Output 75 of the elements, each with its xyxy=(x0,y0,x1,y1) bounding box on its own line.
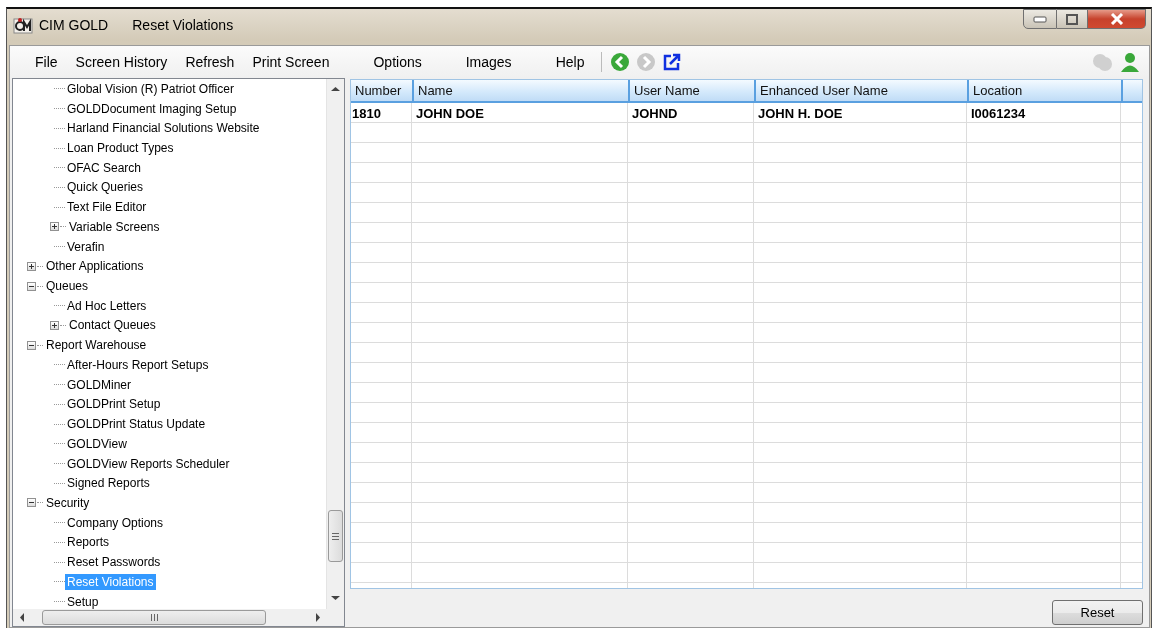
column-header[interactable]: Name xyxy=(412,80,628,103)
app-logo-icon xyxy=(13,16,33,34)
tree-item[interactable]: Other Applications xyxy=(44,258,146,275)
external-link-icon xyxy=(662,52,683,72)
app-name: CIM GOLD xyxy=(39,17,109,33)
tree-item[interactable]: Contact Queues xyxy=(67,317,158,334)
expand-toggle[interactable] xyxy=(50,321,59,330)
tree-item[interactable]: GOLDPrint Status Update xyxy=(65,416,208,433)
tree-item[interactable]: GOLDPrint Setup xyxy=(65,396,163,413)
vertical-scrollbar[interactable] xyxy=(326,79,344,609)
column-header[interactable]: Enhanced User Name xyxy=(754,80,967,103)
scroll-up-icon xyxy=(331,86,340,92)
plus-icon xyxy=(28,262,35,270)
scroll-left-icon xyxy=(19,613,25,622)
close-icon xyxy=(1109,13,1124,25)
scroll-right-icon xyxy=(315,613,321,622)
grip-icon xyxy=(150,614,158,621)
tree-item[interactable]: Text File Editor xyxy=(65,199,149,216)
tree-item[interactable]: Global Vision (R) Patriot Officer xyxy=(65,80,236,97)
tree-item[interactable]: GOLDDocument Imaging Setup xyxy=(65,100,239,117)
collapse-toggle[interactable] xyxy=(27,340,36,350)
toolbar-button[interactable] xyxy=(662,52,683,72)
tree-item[interactable]: Report Warehouse xyxy=(44,337,149,354)
plus-icon xyxy=(51,223,58,231)
tree-item[interactable]: Loan Product Types xyxy=(65,140,176,156)
reset-button[interactable]: Reset xyxy=(1052,599,1143,625)
tree-item[interactable]: GOLDView xyxy=(65,435,129,452)
tree-item[interactable]: Queues xyxy=(44,278,91,295)
chat-bubble-icon xyxy=(1091,51,1113,73)
expand-toggle[interactable] xyxy=(50,222,59,232)
tree-item[interactable]: Company Options xyxy=(65,514,166,531)
menu-item[interactable]: Refresh xyxy=(180,52,240,72)
menu-item[interactable]: Images xyxy=(460,52,517,72)
collapse-toggle[interactable] xyxy=(27,498,36,508)
menu-item[interactable]: Screen History xyxy=(70,52,173,72)
table-cell: I0061234 xyxy=(967,103,1121,123)
tree-item[interactable]: After-Hours Report Setups xyxy=(65,356,211,373)
column-header[interactable]: Location xyxy=(967,80,1121,103)
expand-toggle[interactable] xyxy=(27,261,36,271)
tree-item[interactable]: Variable Screens xyxy=(67,218,162,235)
table-cell: JOHN H. DOE xyxy=(754,103,967,123)
maximize-button[interactable] xyxy=(1057,9,1088,29)
tree-item[interactable]: Ad Hoc Letters xyxy=(65,297,149,314)
minimize-button[interactable] xyxy=(1023,9,1057,29)
tree-item[interactable]: OFAC Search xyxy=(65,159,144,176)
grip-icon xyxy=(332,532,339,540)
maximize-icon xyxy=(1066,13,1078,25)
tree-item[interactable]: GOLDView Reports Scheduler xyxy=(65,455,232,472)
scroll-down-icon xyxy=(331,595,340,601)
tree-item[interactable]: Harland Financial Solutions Website xyxy=(65,120,262,137)
tree-item[interactable]: Setup xyxy=(65,593,101,609)
column-header[interactable]: Number xyxy=(351,80,412,103)
table-cell: 1810 xyxy=(351,103,412,123)
horizontal-scrollbar[interactable] xyxy=(13,609,327,626)
user-icon xyxy=(1119,51,1141,73)
tree-item[interactable]: Verafin xyxy=(65,238,107,255)
close-button[interactable] xyxy=(1088,9,1146,29)
tree-item[interactable]: Security xyxy=(44,494,92,511)
plus-icon xyxy=(51,322,58,329)
tree-item[interactable]: Quick Queries xyxy=(65,179,146,196)
menu-item[interactable]: Print Screen xyxy=(247,52,335,72)
menu-item[interactable]: Help xyxy=(550,52,590,72)
column-header[interactable]: User Name xyxy=(628,80,754,103)
collapse-toggle[interactable] xyxy=(27,281,36,291)
tree-item[interactable]: GOLDMiner xyxy=(65,376,133,393)
table-cell: JOHN DOE xyxy=(412,103,628,123)
window-title: Reset Violations xyxy=(132,17,234,33)
menu-item[interactable]: File xyxy=(30,52,63,72)
tree-item[interactable]: Reports xyxy=(65,534,112,551)
corner-header xyxy=(1121,80,1142,103)
tree-item[interactable]: Signed Reports xyxy=(65,475,152,492)
menu-item[interactable]: Options xyxy=(368,52,427,72)
minimize-icon xyxy=(1033,15,1047,23)
tree-item[interactable]: Reset Passwords xyxy=(65,554,163,571)
table-cell: JOHND xyxy=(628,103,754,123)
